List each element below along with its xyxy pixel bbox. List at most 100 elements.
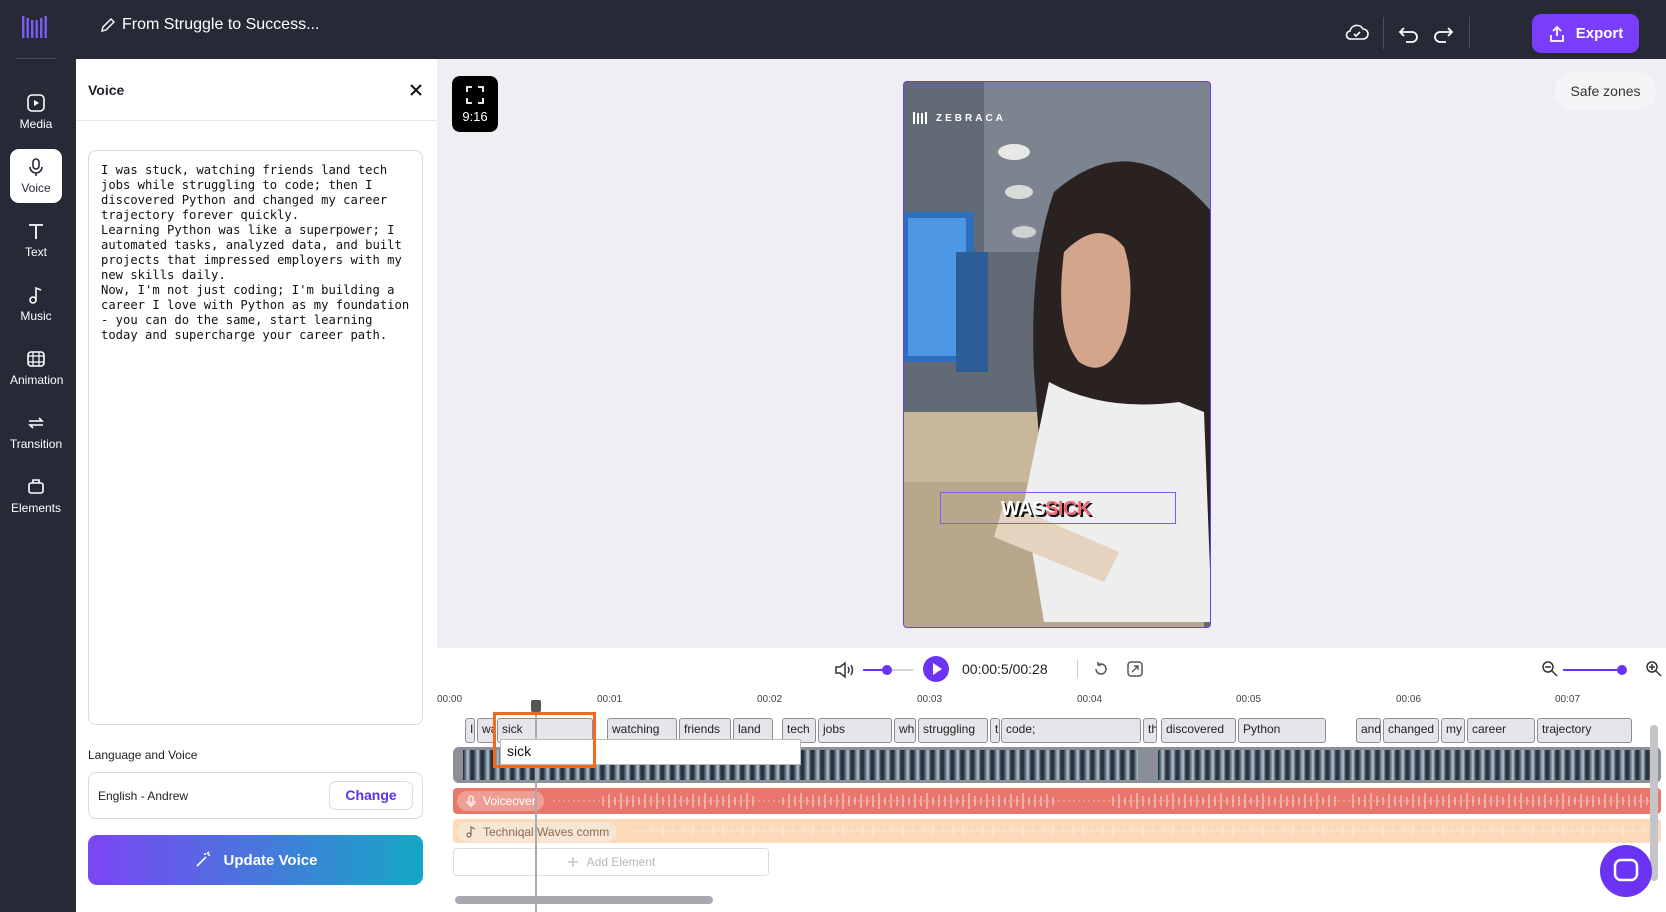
word-chip[interactable]: code; bbox=[1001, 718, 1141, 743]
ruler-tick: 00:02 bbox=[757, 694, 783, 705]
redo-icon[interactable] bbox=[1430, 20, 1456, 46]
highlight-box bbox=[493, 712, 596, 768]
music-note-icon bbox=[466, 826, 476, 838]
export-button[interactable]: Export bbox=[1532, 14, 1639, 53]
word-chip[interactable]: t bbox=[990, 718, 1000, 743]
voiceover-label[interactable]: Voiceover bbox=[457, 791, 544, 811]
music-label-text: Techniqal Waves comm bbox=[483, 825, 610, 839]
caption-text[interactable]: WASSICK bbox=[1001, 498, 1091, 521]
top-bar: From Struggle to Success... Export bbox=[0, 0, 1666, 59]
timeline-panel: 00:00:5/00:28 00:00 00:01 00:02 00:03 00… bbox=[437, 648, 1666, 912]
voice-panel: Voice I was stuck, watching friends land… bbox=[76, 59, 437, 912]
export-label: Export bbox=[1575, 25, 1624, 42]
brand-watermark: ZEBRACA bbox=[912, 110, 1006, 126]
music-track[interactable]: Techniqal Waves comm bbox=[453, 819, 1661, 843]
video-clip[interactable] bbox=[1158, 750, 1658, 780]
shapes-icon bbox=[28, 479, 44, 494]
ruler-tick: 00:01 bbox=[597, 694, 623, 705]
zoom-slider[interactable] bbox=[1563, 669, 1623, 671]
pencil-icon bbox=[101, 18, 115, 32]
volume-icon[interactable] bbox=[834, 660, 856, 680]
sidebar-item-label: Music bbox=[20, 309, 52, 323]
word-chip[interactable]: I bbox=[465, 718, 475, 743]
sidebar-item-animation[interactable]: Animation bbox=[10, 341, 63, 395]
word-chip[interactable]: Python bbox=[1238, 718, 1326, 743]
music-note-icon bbox=[29, 286, 42, 304]
play-button[interactable] bbox=[923, 656, 949, 682]
ruler-tick: 00:04 bbox=[1077, 694, 1103, 705]
word-chip[interactable]: wh bbox=[894, 718, 916, 743]
magic-wand-icon bbox=[195, 851, 210, 867]
word-chip[interactable]: trajectory bbox=[1537, 718, 1632, 743]
change-voice-button[interactable]: Change bbox=[329, 781, 413, 810]
preview-scene bbox=[904, 82, 1210, 627]
aspect-ratio-button[interactable]: 9:16 bbox=[452, 76, 498, 132]
word-chip[interactable]: changed bbox=[1383, 718, 1439, 743]
word-chip[interactable]: my bbox=[1441, 718, 1465, 743]
language-voice-label: Language and Voice bbox=[88, 748, 198, 762]
project-title[interactable]: From Struggle to Success... bbox=[122, 16, 319, 34]
media-icon bbox=[27, 94, 45, 112]
voiceover-label-text: Voiceover bbox=[483, 794, 536, 808]
word-chip[interactable]: th bbox=[1143, 718, 1157, 743]
playhead-handle[interactable] bbox=[531, 700, 541, 712]
sidebar-item-label: Voice bbox=[21, 181, 51, 195]
voice-script-textarea[interactable]: I was stuck, watching friends land tech … bbox=[88, 150, 423, 725]
zoom-slider-handle[interactable] bbox=[1617, 665, 1627, 675]
aspect-ratio-label: 9:16 bbox=[462, 109, 488, 124]
playback-controls: 00:00:5/00:28 bbox=[437, 648, 1666, 690]
safe-zones-button[interactable]: Safe zones bbox=[1555, 72, 1656, 110]
caption-word: WAS bbox=[1001, 498, 1046, 520]
fit-screen-icon[interactable] bbox=[1126, 660, 1144, 678]
word-chip[interactable]: discovered bbox=[1161, 718, 1236, 743]
film-icon bbox=[27, 351, 45, 367]
time-display: 00:00:5/00:28 bbox=[962, 661, 1048, 677]
chat-support-button[interactable] bbox=[1600, 845, 1652, 897]
text-icon bbox=[29, 224, 43, 239]
volume-slider-handle[interactable] bbox=[882, 665, 892, 675]
update-voice-button[interactable]: Update Voice bbox=[88, 835, 423, 885]
zoom-in-icon[interactable] bbox=[1645, 660, 1663, 678]
chat-icon bbox=[1613, 858, 1639, 882]
sidebar-item-label: Transition bbox=[9, 437, 63, 451]
divider bbox=[1469, 17, 1470, 49]
microphone-icon bbox=[29, 158, 43, 176]
zoom-out-icon[interactable] bbox=[1541, 660, 1559, 678]
app-logo-icon[interactable] bbox=[20, 12, 50, 42]
sidebar-item-voice[interactable]: Voice bbox=[10, 149, 62, 203]
plus-icon bbox=[567, 857, 578, 867]
swap-icon bbox=[28, 417, 44, 429]
add-element-label: Add Element bbox=[586, 855, 656, 869]
panel-title: Voice bbox=[88, 81, 125, 98]
microphone-icon bbox=[466, 795, 476, 807]
sidebar-item-text[interactable]: Text bbox=[10, 213, 62, 267]
upload-icon bbox=[1549, 25, 1564, 42]
add-element-button[interactable]: Add Element bbox=[453, 848, 769, 876]
ruler-tick: 00:05 bbox=[1236, 694, 1262, 705]
caption-word-highlight: SICK bbox=[1045, 498, 1091, 520]
horizontal-scrollbar[interactable] bbox=[455, 896, 713, 904]
loop-icon[interactable] bbox=[1092, 660, 1110, 678]
word-chip[interactable]: career bbox=[1467, 718, 1535, 743]
cloud-sync-icon[interactable] bbox=[1344, 20, 1370, 46]
sidebar-item-elements[interactable]: Elements bbox=[4, 469, 68, 523]
music-label[interactable]: Techniqal Waves comm bbox=[457, 822, 618, 842]
brand-text: ZEBRACA bbox=[936, 112, 1006, 124]
ruler-tick: 00:03 bbox=[917, 694, 943, 705]
voiceover-track[interactable]: Voiceover bbox=[453, 788, 1661, 814]
sidebar-item-transition[interactable]: Transition bbox=[4, 405, 68, 459]
sidebar-item-music[interactable]: Music bbox=[10, 277, 62, 331]
project-title-area[interactable]: From Struggle to Success... bbox=[100, 16, 319, 34]
language-voice-value: English - Andrew bbox=[98, 788, 189, 803]
undo-icon[interactable] bbox=[1396, 20, 1422, 46]
video-preview[interactable]: ZEBRACA WASSICK bbox=[903, 81, 1211, 628]
ruler-tick: 00:06 bbox=[1396, 694, 1422, 705]
sidebar-item-media[interactable]: Media bbox=[10, 85, 62, 139]
sidebar-item-label: Text bbox=[24, 245, 47, 259]
word-chip[interactable]: and bbox=[1356, 718, 1381, 743]
word-chip[interactable]: struggling bbox=[918, 718, 988, 743]
divider bbox=[1077, 660, 1078, 678]
language-voice-field: English - Andrew Change bbox=[88, 772, 423, 819]
close-icon[interactable] bbox=[407, 81, 425, 99]
word-chip[interactable]: jobs bbox=[818, 718, 892, 743]
